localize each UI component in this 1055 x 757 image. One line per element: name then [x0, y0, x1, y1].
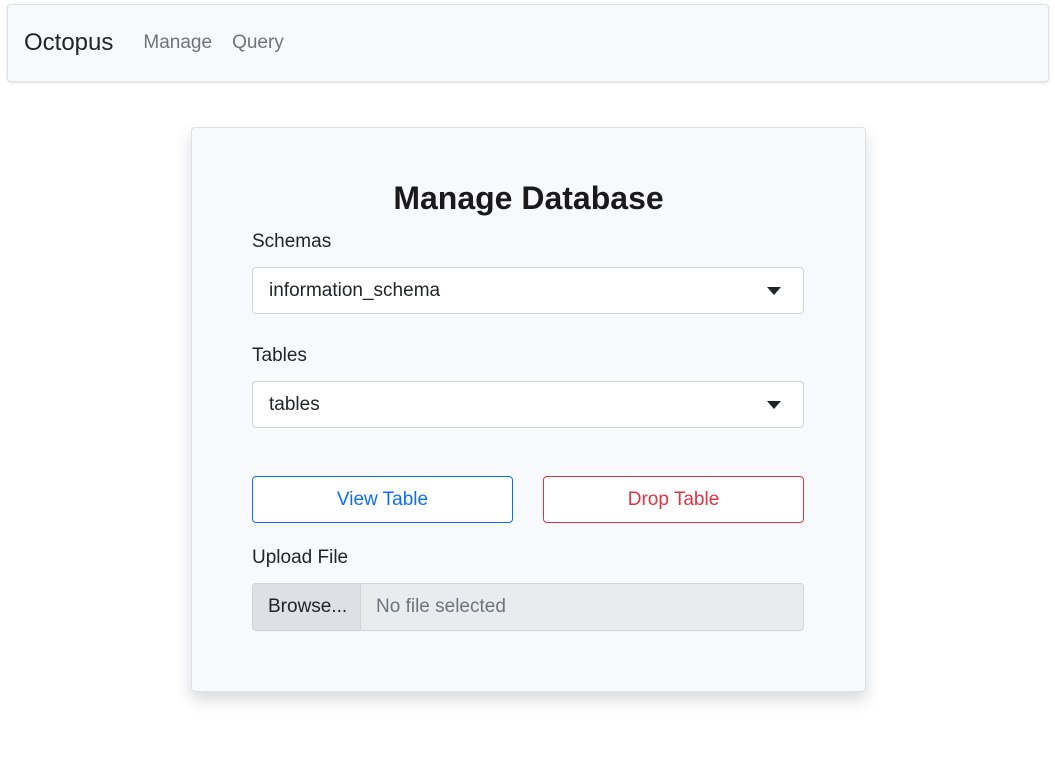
browse-button[interactable]: Browse...: [253, 584, 361, 630]
page-title: Manage Database: [393, 180, 664, 216]
top-navbar: Octopus Manage Query: [7, 4, 1049, 82]
upload-file-label: Upload File: [252, 547, 349, 568]
tables-select[interactable]: tables: [252, 381, 804, 428]
manage-database-card: Manage Database Schemas information_sche…: [191, 127, 866, 692]
file-upload-input[interactable]: Browse... No file selected: [252, 583, 804, 631]
nav-link-query[interactable]: Query: [232, 32, 284, 54]
caret-down-icon: [767, 287, 781, 295]
nav-link-manage[interactable]: Manage: [143, 32, 212, 54]
caret-down-icon: [767, 401, 781, 409]
drop-table-button[interactable]: Drop Table: [543, 476, 804, 523]
schemas-select[interactable]: information_schema: [252, 267, 804, 314]
tables-selected-value: tables: [269, 393, 320, 415]
view-table-button[interactable]: View Table: [252, 476, 513, 523]
file-status-text: No file selected: [361, 584, 803, 630]
brand-link[interactable]: Octopus: [24, 29, 113, 57]
tables-label: Tables: [252, 345, 307, 366]
schemas-label: Schemas: [252, 231, 332, 252]
schemas-selected-value: information_schema: [269, 279, 441, 301]
